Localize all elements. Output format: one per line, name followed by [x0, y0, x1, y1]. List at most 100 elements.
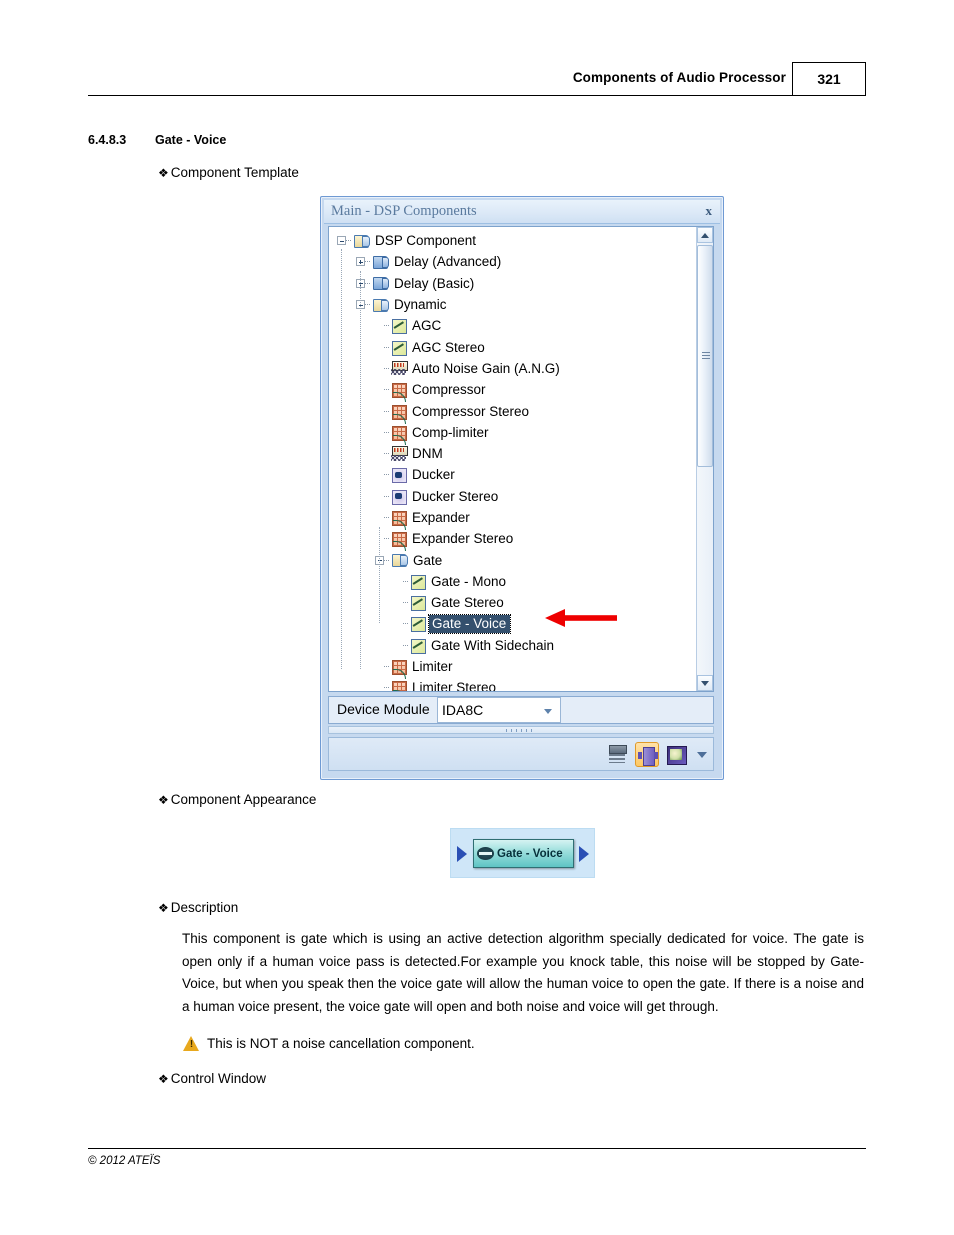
component-view-icon[interactable] — [635, 742, 659, 767]
tree-item-label: Limiter — [412, 659, 453, 675]
component-block[interactable]: Gate - Voice — [473, 839, 574, 868]
bullet-control-window: ❖ Control Window — [158, 1071, 266, 1086]
tree-connector-icon — [365, 282, 370, 284]
component-tree-panel[interactable]: DSP Component Delay (Advanced) Delay (Basi… — [328, 226, 714, 692]
tree-item[interactable]: Delay (Basic) — [329, 273, 697, 294]
tree-item-label: Gate - Mono — [431, 573, 507, 589]
tree-item-label: Gate - Voice — [427, 613, 512, 634]
footer-copyright: © 2012 ATEÏS — [88, 1155, 161, 1167]
tree-guide-line — [379, 527, 380, 623]
tree-item-label: Compressor Stereo — [412, 403, 530, 419]
tree-item[interactable]: Gate - Mono — [329, 571, 697, 592]
tree-item[interactable]: Expander — [329, 507, 697, 530]
tree-item-label: DNM — [412, 446, 443, 462]
bullet-label: Component Template — [170, 165, 299, 180]
tree-connector-icon — [384, 559, 389, 561]
graph-green-icon — [391, 318, 407, 335]
tree-guide-line — [360, 271, 361, 669]
tree-item-label: Auto Noise Gain (A.N.G) — [412, 360, 560, 376]
tree-item-label: Ducker — [412, 467, 455, 483]
tree-item[interactable]: DSP Component — [329, 230, 697, 251]
warning-icon — [183, 1036, 200, 1052]
device-module-row: Device Module IDA8C — [328, 696, 714, 724]
component-tree: DSP Component Delay (Advanced) Delay (Basi… — [329, 227, 697, 691]
graph-green-icon — [391, 340, 407, 356]
scroll-up-button[interactable] — [697, 227, 713, 243]
tree-item[interactable]: Auto Noise Gain (A.N.G) — [329, 358, 697, 379]
diamond-bullet-icon: ❖ — [158, 166, 169, 180]
tree-item[interactable]: Gate Stereo — [329, 592, 697, 613]
input-port-icon — [457, 846, 467, 862]
tree-connector-icon — [403, 580, 408, 582]
tree-item-label: Comp-limiter — [412, 424, 489, 440]
tree-connector-icon — [384, 687, 389, 689]
tree-item-label: Gate — [413, 552, 443, 568]
tree-item[interactable]: Ducker Stereo — [329, 486, 697, 507]
dialog-titlebar[interactable]: Main - DSP Components x — [324, 200, 720, 224]
folder-open-icon — [372, 298, 389, 312]
tree-connector-icon — [346, 240, 351, 242]
folder-closed-icon — [372, 276, 389, 291]
folder-open-icon — [391, 553, 408, 568]
dialog-title: Main - DSP Components — [331, 203, 477, 219]
tree-connector-icon — [384, 325, 389, 327]
header-divider — [88, 95, 792, 96]
ducker-icon — [391, 467, 407, 484]
collapse-icon[interactable] — [337, 236, 346, 246]
chevron-down-icon — [544, 709, 552, 714]
wave-icon — [391, 360, 408, 376]
tree-connector-icon — [384, 367, 389, 369]
scrollbar-thumb[interactable] — [697, 245, 713, 467]
folder-open-icon — [353, 234, 370, 248]
expand-icon[interactable] — [356, 257, 365, 267]
tree-item[interactable]: Expander Stereo — [329, 528, 697, 552]
graph-orange-icon — [391, 531, 407, 552]
tree-item[interactable]: Compressor Stereo — [329, 400, 697, 424]
tree-item[interactable]: AGC Stereo — [329, 336, 697, 357]
tree-item[interactable]: AGC — [329, 315, 697, 336]
device-module-select[interactable]: IDA8C — [437, 697, 561, 723]
graph-green-icon — [410, 574, 426, 590]
diamond-bullet-icon: ❖ — [158, 793, 169, 807]
tree-connector-icon — [403, 644, 408, 646]
tree-connector-icon — [403, 623, 408, 625]
tree-item-label: Expander Stereo — [412, 531, 514, 547]
tree-item[interactable]: Dynamic — [329, 294, 697, 315]
image-view-icon[interactable] — [664, 742, 688, 767]
close-icon[interactable]: x — [706, 203, 713, 219]
scroll-down-button[interactable] — [697, 675, 713, 691]
tree-connector-icon — [384, 538, 389, 540]
tree-item[interactable]: Delay (Advanced) — [329, 251, 697, 272]
tree-item-label: Expander — [412, 510, 470, 525]
tree-connector-icon — [384, 517, 389, 518]
tree-item[interactable]: Gate — [329, 549, 697, 570]
list-view-icon[interactable] — [606, 742, 630, 767]
tree-item-label: Delay (Basic) — [394, 275, 475, 291]
tree-item[interactable]: Limiter — [329, 656, 697, 680]
graph-orange-icon — [391, 404, 407, 424]
panel-splitter[interactable] — [328, 726, 714, 734]
waveform-icon — [391, 369, 406, 376]
footer-divider — [88, 1148, 866, 1149]
tree-item[interactable]: Gate - Voice — [329, 613, 697, 634]
bullet-component-template: ❖ Component Template — [158, 165, 299, 180]
folder-closed-icon — [372, 255, 389, 269]
dialog-toolbar — [328, 737, 714, 771]
tree-connector-icon — [384, 453, 389, 455]
chevron-down-icon[interactable] — [697, 751, 707, 758]
device-module-label: Device Module — [337, 701, 430, 717]
tree-item[interactable]: Limiter Stereo — [329, 677, 697, 692]
tree-item-label: AGC — [412, 318, 442, 334]
bullet-label: Description — [170, 900, 239, 915]
gate-icon — [477, 846, 494, 861]
tree-item[interactable]: Compressor — [329, 379, 697, 403]
tree-item[interactable]: Comp-limiter — [329, 422, 697, 445]
tree-connector-icon — [384, 346, 389, 348]
tree-item-label: AGC Stereo — [412, 339, 485, 355]
tree-item[interactable]: Ducker — [329, 464, 697, 485]
tree-scrollbar[interactable] — [696, 227, 713, 691]
tree-item-label: Limiter Stereo — [412, 680, 497, 692]
tree-item[interactable]: Gate With Sidechain — [329, 635, 697, 656]
tree-item-label: Dynamic — [394, 297, 447, 313]
tree-item[interactable]: DNM — [329, 443, 697, 464]
